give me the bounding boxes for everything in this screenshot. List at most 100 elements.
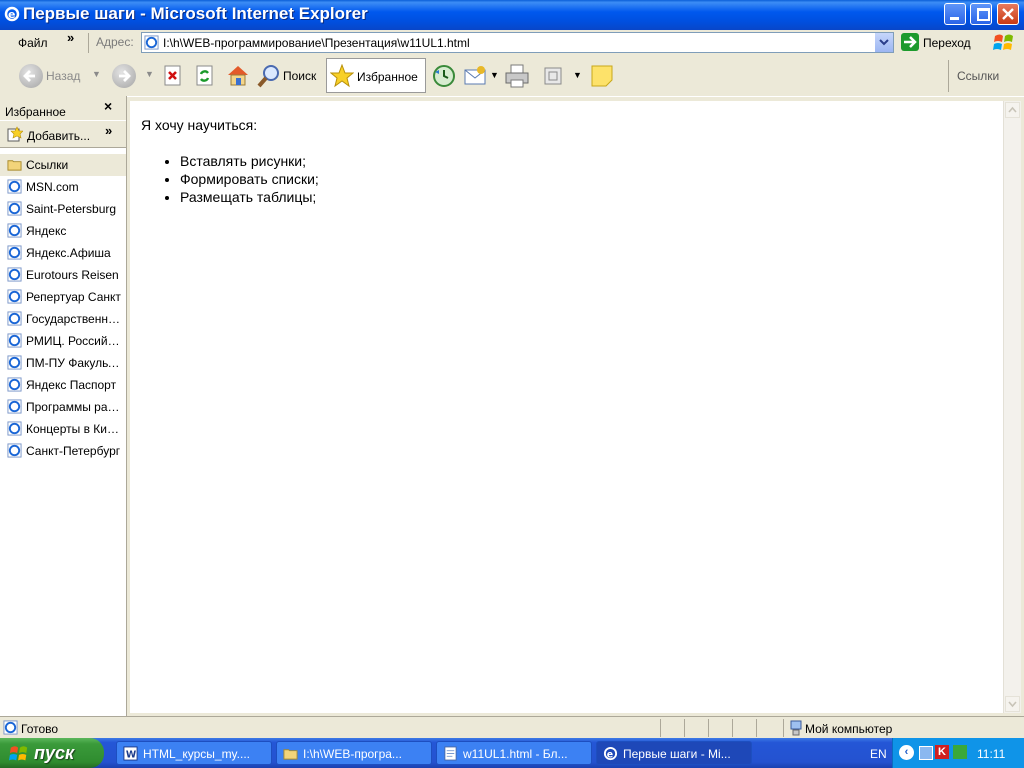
go-button[interactable]: Переход <box>899 32 981 53</box>
back-button[interactable] <box>19 64 43 88</box>
mail-dropdown-icon[interactable]: ▼ <box>490 70 499 80</box>
back-label[interactable]: Назад <box>46 69 80 83</box>
ie-link-icon <box>7 289 22 304</box>
svg-text:e: e <box>8 8 15 21</box>
taskbar-item-ie[interactable]: e Первые шаги - Mi... <box>596 741 752 765</box>
list-item: Размещать таблицы; <box>180 188 319 206</box>
antivirus-icon[interactable]: K <box>935 745 949 759</box>
clock[interactable]: 11:11 <box>977 747 1005 761</box>
edit-icon[interactable] <box>543 66 563 86</box>
ie-icon: e <box>4 6 20 22</box>
favorites-link-item[interactable]: Программы радио <box>0 396 126 418</box>
favorites-link-item[interactable]: Яндекс Паспорт <box>0 374 126 396</box>
restore-icon <box>977 8 990 21</box>
address-input[interactable]: I:\h\WEB-программирование\Презентация\w1… <box>141 32 894 53</box>
status-divider <box>684 719 685 737</box>
menu-chevron-icon[interactable]: » <box>67 30 74 45</box>
search-label[interactable]: Поиск <box>283 69 316 83</box>
history-icon[interactable] <box>432 64 456 88</box>
ie-link-icon <box>7 333 22 348</box>
computer-zone-icon <box>790 720 802 736</box>
page-status-icon <box>3 720 18 735</box>
favorites-item-label: MSN.com <box>26 180 79 194</box>
favorites-link-item[interactable]: Яндекс <box>0 220 126 242</box>
minimize-button[interactable] <box>944 3 966 25</box>
maximize-button[interactable] <box>970 3 992 25</box>
ie-page-icon <box>144 35 159 50</box>
forward-dropdown-icon[interactable]: ▼ <box>145 69 154 79</box>
ie-link-icon <box>7 443 22 458</box>
mail-icon[interactable] <box>463 65 489 87</box>
favorites-link-item[interactable]: Санкт-Петербург <box>0 440 126 462</box>
ie-link-icon <box>7 267 22 282</box>
ie-link-icon <box>7 179 22 194</box>
list-item: Вставлять рисунки; <box>180 152 319 170</box>
favorites-item-label: ПМ-ПУ Факультет <box>26 356 122 370</box>
menu-file[interactable]: Файл <box>18 36 48 50</box>
taskbar: пуск W HTML_курсы_my.... I:\h\WEB-програ… <box>0 738 1024 768</box>
back-arrow-icon <box>23 70 35 82</box>
home-icon[interactable] <box>225 63 251 87</box>
taskbar-item-label: w11UL1.html - Бл... <box>463 747 568 761</box>
refresh-icon[interactable] <box>195 65 215 87</box>
status-divider <box>660 719 661 737</box>
title-bar[interactable]: e Первые шаги - Microsoft Internet Explo… <box>0 0 1024 30</box>
taskbar-item-word[interactable]: W HTML_курсы_my.... <box>116 741 272 765</box>
favorites-item-label: Eurotours Reisen <box>26 268 119 282</box>
vertical-scrollbar[interactable] <box>1003 101 1021 713</box>
status-divider <box>708 719 709 737</box>
favorites-item-label: РМИЦ. Российский <box>26 334 122 348</box>
taskbar-item-notepad[interactable]: w11UL1.html - Бл... <box>436 741 592 765</box>
address-dropdown-button[interactable] <box>874 33 893 52</box>
network-icon[interactable] <box>919 746 933 760</box>
favorites-label: Избранное <box>357 70 418 84</box>
print-icon[interactable] <box>504 63 530 89</box>
ie-link-icon <box>7 377 22 392</box>
bullet-list: Вставлять рисунки; Формировать списки; Р… <box>141 152 319 206</box>
stop-icon[interactable] <box>163 65 183 87</box>
windows-logo-icon <box>993 34 1013 50</box>
favorites-link-item[interactable]: Saint-Petersburg <box>0 198 126 220</box>
favorites-item-label: Яндекс.Афиша <box>26 246 111 260</box>
add-favorite-button[interactable]: Добавить... » <box>0 120 126 148</box>
favorites-close-icon[interactable]: × <box>104 98 112 114</box>
favorites-link-item[interactable]: ПМ-ПУ Факультет <box>0 352 126 374</box>
forward-button[interactable] <box>112 64 136 88</box>
taskbar-item-folder[interactable]: I:\h\WEB-програ... <box>276 741 432 765</box>
favorites-link-item[interactable]: Государственный <box>0 308 126 330</box>
start-button[interactable]: пуск <box>0 738 104 768</box>
menu-divider <box>88 33 89 53</box>
edit-dropdown-icon[interactable]: ▼ <box>573 70 582 80</box>
scroll-up-button[interactable] <box>1005 102 1020 118</box>
close-button[interactable] <box>997 3 1019 25</box>
address-label: Адрес: <box>96 35 134 49</box>
scroll-down-button[interactable] <box>1005 696 1020 712</box>
favorites-item-label: Saint-Petersburg <box>26 202 117 216</box>
tray-expand-icon[interactable]: ‹ <box>899 745 914 760</box>
favorites-link-item[interactable]: MSN.com <box>0 176 126 198</box>
add-favorite-chevron-icon[interactable]: » <box>105 123 112 138</box>
folder-icon <box>7 160 22 171</box>
close-icon <box>1002 8 1014 20</box>
status-divider <box>732 719 733 737</box>
note-icon[interactable] <box>590 64 614 88</box>
favorites-link-item[interactable]: Eurotours Reisen <box>0 264 126 286</box>
tray-app-icon[interactable] <box>953 745 967 759</box>
language-indicator[interactable]: EN <box>870 747 887 761</box>
favorites-link-item[interactable]: Концерты в Киеве <box>0 418 126 440</box>
back-dropdown-icon[interactable]: ▼ <box>92 69 101 79</box>
links-label[interactable]: Ссылки <box>957 69 999 83</box>
security-zone-label: Мой компьютер <box>805 722 893 736</box>
chevron-down-icon <box>1008 701 1017 708</box>
favorites-folder-item[interactable]: Ссылки <box>0 154 126 176</box>
taskbar-item-label: Первые шаги - Mi... <box>623 747 731 761</box>
favorites-link-item[interactable]: Репертуар Санкт <box>0 286 126 308</box>
status-divider <box>783 719 784 737</box>
favorites-button[interactable]: Избранное <box>326 58 426 93</box>
favorites-pane-title: Избранное <box>5 105 66 119</box>
favorites-link-item[interactable]: Яндекс.Афиша <box>0 242 126 264</box>
favorites-link-item[interactable]: РМИЦ. Российский <box>0 330 126 352</box>
go-label: Переход <box>923 36 971 50</box>
taskbar-item-label: I:\h\WEB-програ... <box>303 747 402 761</box>
search-icon[interactable] <box>257 63 281 89</box>
